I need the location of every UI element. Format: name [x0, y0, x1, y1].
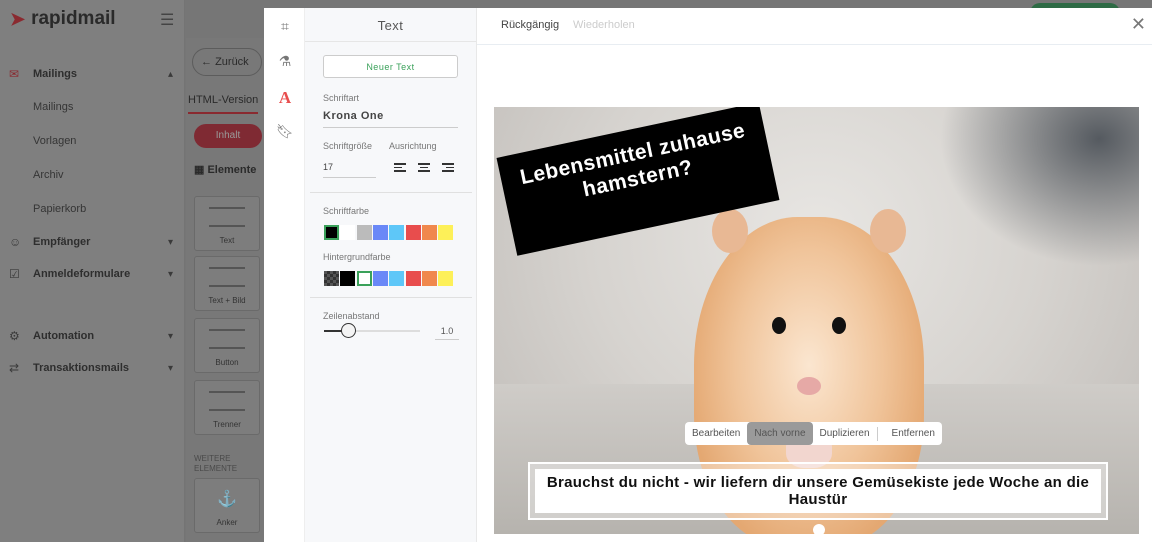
sidebar-subitem[interactable]: Papierkorb [0, 192, 185, 226]
robot-icon: ⚙ [9, 329, 20, 343]
more-elements-label: WEITERE ELEMENTE [194, 454, 238, 473]
block-text[interactable]: Text [194, 196, 260, 251]
crop-icon[interactable]: ⌗ [276, 18, 294, 36]
panel-title: Text [305, 8, 476, 42]
sidebar: ➤ rapidmail ☰ ✉ Mailings ▴ Mailings Vorlage… [0, 0, 185, 542]
alignment-label: Ausrichtung [389, 141, 437, 151]
selected-text-layer[interactable]: Brauchst du nicht - wir liefern dir unse… [528, 462, 1108, 520]
font-color-label: Schriftfarbe [323, 206, 370, 216]
text-lines-icon [209, 207, 245, 227]
text-icon[interactable]: A [276, 88, 294, 107]
divider-icon [209, 391, 245, 411]
context-menu: Bearbeiten Nach vorne Duplizieren Entfer… [685, 422, 942, 445]
duplicate-button[interactable]: Duplizieren [813, 422, 877, 445]
block-anchor[interactable]: ⚓ Anker [194, 478, 260, 533]
new-text-button[interactable]: Neuer Text [323, 55, 458, 78]
bg-color-swatch[interactable] [356, 271, 372, 286]
block-divider[interactable]: Trenner [194, 380, 260, 435]
font-color-swatch[interactable] [421, 225, 437, 240]
tab-content[interactable]: Inhalt [194, 124, 262, 148]
bg-color-label: Hintergrundfarbe [323, 252, 391, 262]
font-color-swatch[interactable] [405, 225, 421, 240]
slider-knob[interactable] [341, 323, 356, 338]
edit-button[interactable]: Bearbeiten [685, 422, 747, 445]
editor-column: ← Zurück HTML-Version Inhalt ▦ Elemente … [186, 38, 264, 542]
user-icon: ☺ [9, 235, 22, 249]
caption-text[interactable]: Brauchst du nicht - wir liefern dir unse… [535, 469, 1101, 513]
align-left-icon[interactable] [394, 163, 406, 173]
arrows-icon: ⇄ [9, 361, 20, 375]
sidebar-item-transaktionsmails[interactable]: ⇄ Transaktionsmails ▾ [0, 352, 185, 384]
divider [310, 192, 472, 193]
anchor-icon: ⚓ [217, 491, 237, 508]
sidebar-subitem[interactable]: Vorlagen [0, 124, 185, 158]
bg-color-swatch[interactable] [421, 271, 437, 286]
collapse-menu-icon[interactable]: ☰ [160, 10, 174, 30]
back-button[interactable]: ← Zurück [192, 48, 262, 76]
paper-plane-icon: ➤ [10, 8, 26, 29]
sidebar-item-empfaenger[interactable]: ☺ Empfänger ▾ [0, 226, 185, 258]
button-icon [209, 329, 245, 349]
hamster-photo[interactable]: Lebensmittel zuhause hamstern? Bearbeite… [494, 107, 1139, 534]
font-color-swatch[interactable] [372, 225, 388, 240]
bg-color-swatch[interactable] [389, 271, 405, 286]
line-height-value[interactable]: 1.0 [435, 326, 459, 340]
image-editor-modal: ⌗ ⚗ A 🔖︎ Text Neuer Text Schriftart Kron… [264, 8, 1152, 542]
block-text-image[interactable]: Text + Bild [194, 256, 260, 311]
bg-color-swatch[interactable] [405, 271, 421, 286]
sidebar-item-automation[interactable]: ⚙ Automation ▾ [0, 320, 185, 352]
bg-color-swatch[interactable] [372, 271, 388, 286]
chevron-up-icon: ▴ [167, 68, 173, 80]
font-color-swatch[interactable] [340, 225, 356, 240]
redo-button[interactable]: Wiederholen [573, 19, 635, 31]
bg-color-swatch[interactable] [340, 271, 356, 286]
text-image-icon [209, 267, 245, 287]
bring-forward-button[interactable]: Nach vorne [747, 422, 813, 445]
remove-button[interactable]: Entfernen [892, 422, 942, 445]
align-center-icon[interactable] [418, 163, 430, 173]
sidebar-item-anmeldeformulare[interactable]: ☑ Anmeldeformulare ▾ [0, 258, 185, 290]
chevron-down-icon: ▾ [167, 362, 173, 374]
align-right-icon[interactable] [442, 163, 454, 173]
chevron-down-icon: ▾ [167, 330, 173, 342]
sidebar-subitem[interactable]: Mailings [0, 90, 185, 124]
bg-color-swatch[interactable] [324, 271, 339, 286]
text-panel: Text Neuer Text Schriftart Krona One Sch… [305, 8, 477, 542]
divider [310, 297, 472, 298]
tab-html-version[interactable]: HTML-Version [188, 94, 259, 114]
filter-icon[interactable]: ⚗ [276, 53, 294, 71]
sidebar-item-mailings[interactable]: ✉ Mailings ▴ [0, 58, 185, 90]
canvas-area: Rückgängig Wiederholen ✕ Lebensmittel zu… [477, 8, 1152, 542]
rotate-handle[interactable] [813, 524, 825, 534]
bg-color-swatch[interactable] [438, 271, 454, 286]
checkbox-icon: ☑ [9, 267, 20, 281]
close-icon[interactable]: ✕ [1131, 14, 1146, 35]
font-size-input[interactable]: 17 [323, 162, 376, 178]
font-color-swatch[interactable] [356, 225, 372, 240]
sticker-icon[interactable]: 🔖︎ [276, 123, 294, 141]
line-height-slider[interactable] [324, 323, 420, 338]
chevron-down-icon: ▾ [167, 268, 173, 280]
sidebar-subitem[interactable]: Archiv [0, 158, 185, 192]
font-select[interactable]: Krona One [323, 110, 458, 128]
font-label: Schriftart [323, 93, 360, 103]
mail-icon: ✉ [9, 67, 20, 81]
font-color-swatch[interactable] [438, 225, 454, 240]
font-color-swatch[interactable] [324, 225, 339, 240]
chevron-down-icon: ▾ [167, 236, 173, 248]
canvas-toolbar: Rückgängig Wiederholen ✕ [477, 8, 1152, 45]
font-size-label: Schriftgröße [323, 141, 373, 151]
elements-title: ▦ Elemente [194, 164, 257, 176]
block-button[interactable]: Button [194, 318, 260, 373]
line-height-label: Zeilenabstand [323, 311, 380, 321]
undo-button[interactable]: Rückgängig [501, 19, 559, 31]
font-color-swatch[interactable] [389, 225, 405, 240]
logo[interactable]: ➤ rapidmail [10, 8, 116, 30]
tool-bar: ⌗ ⚗ A 🔖︎ [264, 8, 305, 542]
